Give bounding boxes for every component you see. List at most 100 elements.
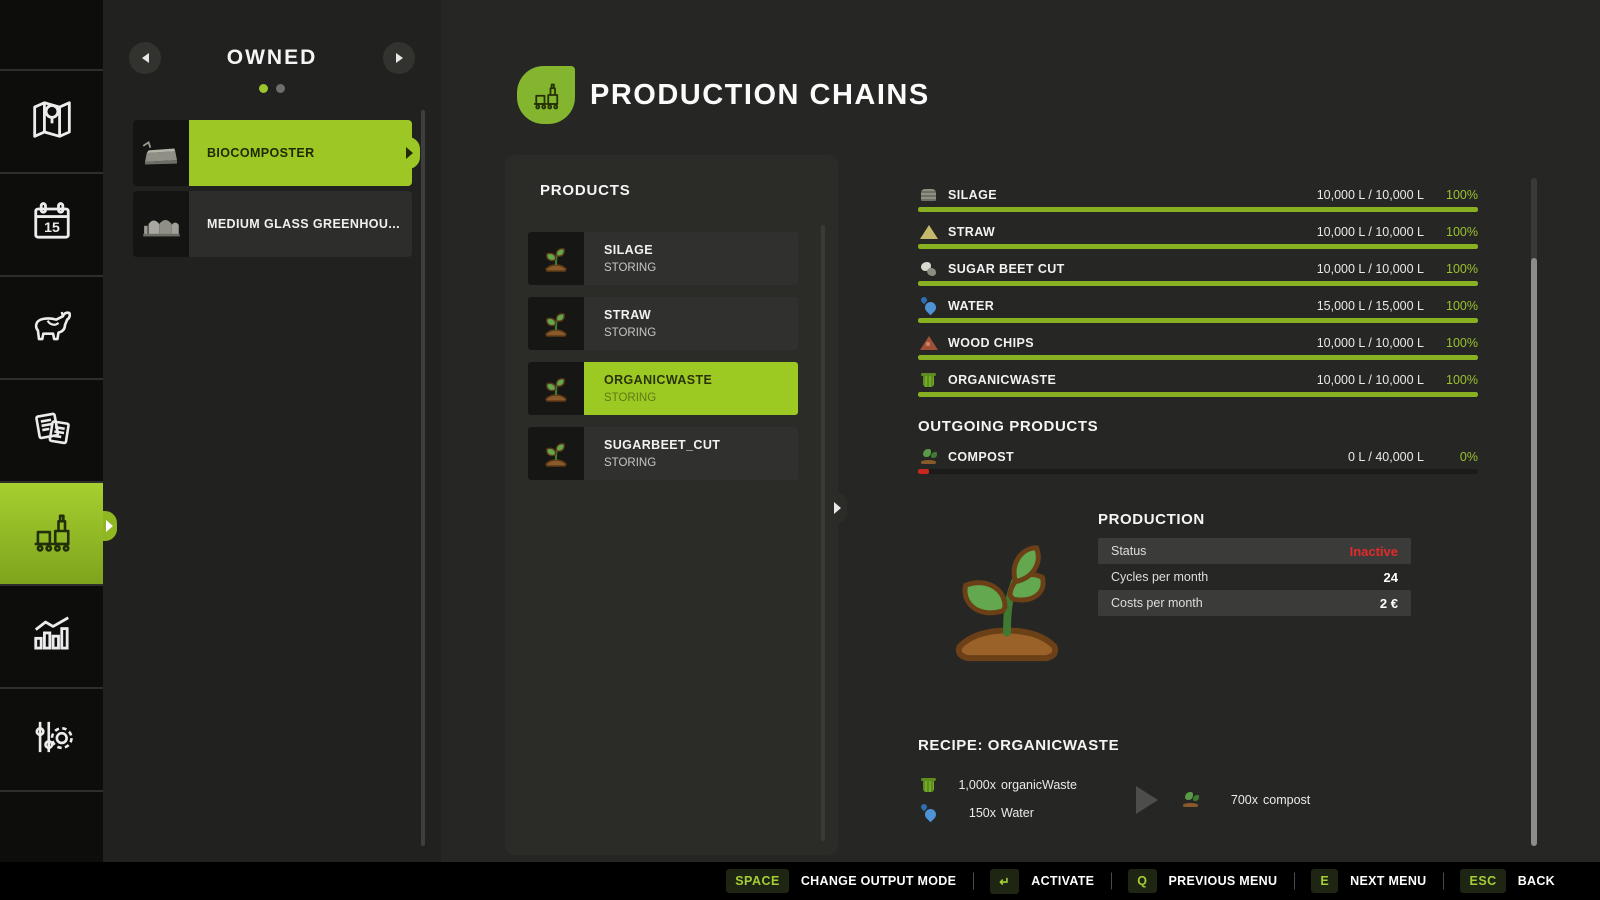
- sidebar-item-production[interactable]: [0, 483, 103, 584]
- hotbar-action-label: NEXT MENU: [1350, 874, 1426, 888]
- products-list: SILAGE STORING: [528, 232, 798, 492]
- owned-item-biocomposter[interactable]: BIOCOMPOSTER: [133, 120, 412, 186]
- fill-level-percent: 100%: [1424, 373, 1478, 387]
- chevron-right-icon: [396, 53, 403, 63]
- storage-row: SILAGE 10,000 L / 10,000 L 100%: [918, 186, 1478, 212]
- fill-type-name: SUGAR BEET CUT: [948, 262, 1065, 276]
- production-table-row: Costs per month 2 €: [1098, 590, 1411, 616]
- fill-level-bar: [918, 244, 1478, 249]
- product-status: STORING: [604, 392, 798, 404]
- svg-text:15: 15: [44, 219, 60, 235]
- product-list-item[interactable]: STRAW STORING: [528, 297, 798, 350]
- production-table-row: Status Inactive: [1098, 538, 1411, 564]
- sidebar-item-animals[interactable]: [0, 277, 103, 378]
- panel-collapse-tab[interactable]: [829, 493, 847, 523]
- pagination-dot-active[interactable]: [259, 84, 268, 93]
- fill-type-name: SILAGE: [948, 188, 997, 202]
- fill-level-percent: 100%: [1424, 262, 1478, 276]
- fill-level-bar: [918, 207, 1478, 212]
- storage-row: STRAW 10,000 L / 10,000 L 100%: [918, 223, 1478, 249]
- output-quantity: 700x: [1206, 793, 1258, 807]
- fill-type-name: WOOD CHIPS: [948, 336, 1034, 350]
- fill-level-percent: 0%: [1424, 450, 1478, 464]
- owned-list: BIOCOMPOSTER MEDIUM GLASS GREENHOU...: [133, 120, 412, 262]
- production-table-row: Cycles per month 24: [1098, 564, 1411, 590]
- production-row-label: Costs per month: [1111, 596, 1203, 610]
- production-table: Status Inactive Cycles per month 24 Cost…: [1098, 538, 1411, 616]
- product-thumbnail: [528, 232, 584, 285]
- hotbar-action[interactable]: SPACE CHANGE OUTPUT MODE: [726, 869, 956, 893]
- product-list-item[interactable]: SILAGE STORING: [528, 232, 798, 285]
- product-status: STORING: [604, 457, 798, 469]
- sidebar-item-map[interactable]: [0, 71, 103, 172]
- pagination-dot[interactable]: [276, 84, 285, 93]
- storage-row: ORGANICWASTE 10,000 L / 10,000 L 100%: [918, 371, 1478, 397]
- fill-type-name: ORGANICWASTE: [948, 373, 1056, 387]
- owned-scrollbar[interactable]: [421, 110, 425, 846]
- hotbar-action[interactable]: E NEXT MENU: [1294, 869, 1426, 893]
- hotbar-action-label: ACTIVATE: [1031, 874, 1094, 888]
- main-area: PRODUCTION CHAINS PRODUCTS: [441, 0, 1600, 862]
- owned-next-button[interactable]: [383, 42, 415, 74]
- product-status: STORING: [604, 262, 798, 274]
- owned-item-greenhouse[interactable]: MEDIUM GLASS GREENHOU...: [133, 191, 412, 257]
- hotbar-action-label: BACK: [1518, 874, 1555, 888]
- ingredient-name: organicWaste: [1001, 778, 1077, 792]
- chevron-left-icon: [142, 53, 149, 63]
- owned-item-label: BIOCOMPOSTER: [207, 146, 315, 160]
- hotbar-action[interactable]: ESC BACK: [1443, 869, 1555, 893]
- product-thumbnail: [528, 362, 584, 415]
- fill-level-bar: [918, 469, 1478, 474]
- sidebar-spacer-bottom: [0, 792, 103, 862]
- products-scrollbar[interactable]: [821, 225, 825, 841]
- sidebar-item-contracts[interactable]: [0, 380, 103, 481]
- cow-icon: [26, 299, 78, 356]
- fill-level-value: 10,000 L / 10,000 L: [1317, 373, 1424, 387]
- fill-level-value: 0 L / 40,000 L: [1348, 450, 1424, 464]
- owned-prev-button[interactable]: [129, 42, 161, 74]
- fill-level-bar: [918, 392, 1478, 397]
- sidebar: 15: [0, 0, 103, 862]
- fill-type-icon: [918, 334, 940, 352]
- product-list-item[interactable]: SUGARBEET_CUT STORING: [528, 427, 798, 480]
- details-scrollbar[interactable]: [1531, 178, 1537, 846]
- biocomposter-thumbnail: [133, 120, 189, 186]
- storage-row: WATER 15,000 L / 15,000 L 100%: [918, 297, 1478, 323]
- production-chains-screen: 15: [0, 0, 1600, 900]
- hotbar-action[interactable]: Q PREVIOUS MENU: [1111, 869, 1277, 893]
- fill-type-icon: [918, 260, 940, 278]
- owned-item-label: MEDIUM GLASS GREENHOU...: [207, 217, 400, 231]
- fill-level-value: 15,000 L / 15,000 L: [1317, 299, 1424, 313]
- production-row-label: Status: [1111, 544, 1146, 558]
- fill-type-name: STRAW: [948, 225, 995, 239]
- sidebar-item-settings[interactable]: [0, 689, 103, 790]
- fill-level-value: 10,000 L / 10,000 L: [1317, 262, 1424, 276]
- production-row-value: 2 €: [1380, 596, 1398, 611]
- products-panel: PRODUCTS SILAGE: [505, 155, 838, 855]
- ingredient-icon: [918, 804, 940, 822]
- fill-level-bar: [918, 355, 1478, 360]
- fill-level-percent: 100%: [1424, 225, 1478, 239]
- page-title: PRODUCTION CHAINS: [590, 79, 930, 112]
- greenhouse-thumbnail: [133, 191, 189, 257]
- recipe-arrow-icon: [1136, 786, 1158, 814]
- ingredient-quantity: 150x: [944, 806, 996, 820]
- product-thumbnail: [528, 427, 584, 480]
- hotbar-key-badge: Q: [1128, 869, 1156, 893]
- fill-level-value: 10,000 L / 10,000 L: [1317, 188, 1424, 202]
- documents-icon: [26, 402, 78, 459]
- sidebar-item-calendar[interactable]: 15: [0, 174, 103, 275]
- fill-level-percent: 100%: [1424, 336, 1478, 350]
- recipe-output-row: 700x compost: [1180, 786, 1310, 814]
- hotbar-key-badge: ↵: [990, 869, 1019, 894]
- sidebar-item-statistics[interactable]: [0, 586, 103, 687]
- product-list-item[interactable]: ORGANICWASTE STORING: [528, 362, 798, 415]
- fill-type-name: COMPOST: [948, 450, 1014, 464]
- production-row-value: Inactive: [1350, 544, 1398, 559]
- hotbar-action[interactable]: ↵ ACTIVATE: [973, 869, 1094, 894]
- fill-type-icon: [918, 297, 940, 315]
- hotbar-key-badge: E: [1311, 869, 1338, 893]
- hotbar-key-badge: ESC: [1460, 869, 1505, 893]
- hotbar-key-badge: SPACE: [726, 869, 789, 893]
- details-scrollbar-thumb[interactable]: [1531, 258, 1537, 846]
